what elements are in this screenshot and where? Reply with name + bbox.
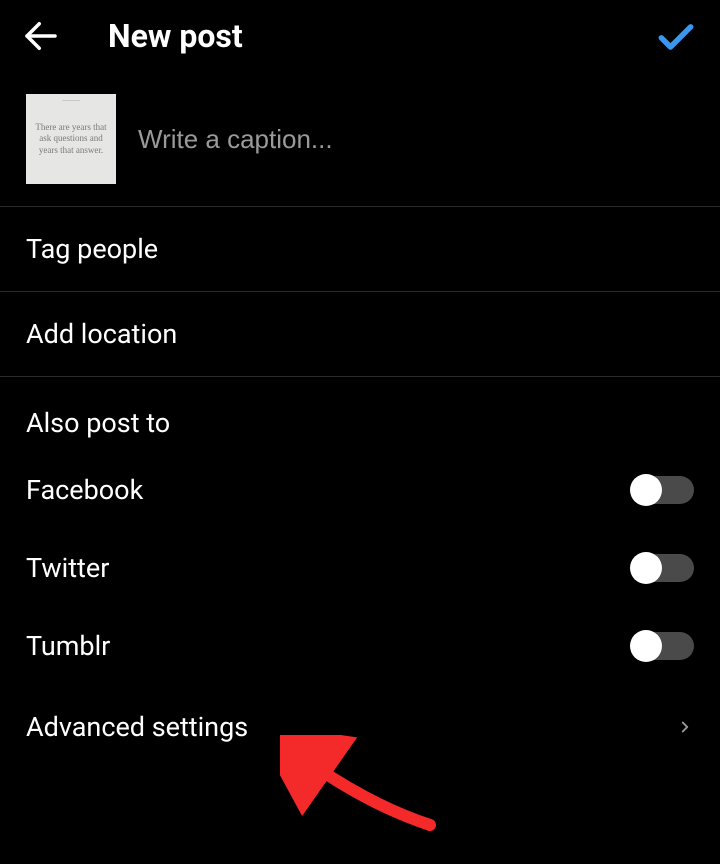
add-location-label: Add location: [26, 318, 694, 350]
toggle-facebook[interactable]: [632, 476, 694, 504]
share-label-twitter: Twitter: [26, 552, 632, 584]
chevron-right-icon: [676, 718, 694, 736]
toggle-twitter[interactable]: [632, 554, 694, 582]
thumbnail-placeholder-text: There are years that ask questions and y…: [32, 122, 110, 156]
share-row-tumblr: Tumblr: [0, 607, 720, 685]
back-arrow-icon[interactable]: [20, 12, 68, 60]
advanced-settings-label: Advanced settings: [26, 711, 676, 743]
share-row-facebook: Facebook: [0, 451, 720, 529]
tag-people-label: Tag people: [26, 233, 694, 265]
share-label-tumblr: Tumblr: [26, 630, 632, 662]
share-row-twitter: Twitter: [0, 529, 720, 607]
add-location-row[interactable]: Add location: [0, 292, 720, 376]
advanced-settings-row[interactable]: Advanced settings: [0, 685, 720, 769]
post-thumbnail[interactable]: There are years that ask questions and y…: [26, 94, 116, 184]
caption-row: There are years that ask questions and y…: [0, 72, 720, 206]
page-title: New post: [108, 17, 652, 55]
also-post-to-header: Also post to: [0, 377, 720, 451]
caption-input[interactable]: [138, 124, 694, 155]
toggle-knob: [630, 552, 662, 584]
toggle-tumblr[interactable]: [632, 632, 694, 660]
confirm-check-icon[interactable]: [652, 12, 700, 60]
share-label-facebook: Facebook: [26, 474, 632, 506]
toggle-knob: [630, 630, 662, 662]
header: New post: [0, 0, 720, 72]
toggle-knob: [630, 474, 662, 506]
tag-people-row[interactable]: Tag people: [0, 207, 720, 291]
